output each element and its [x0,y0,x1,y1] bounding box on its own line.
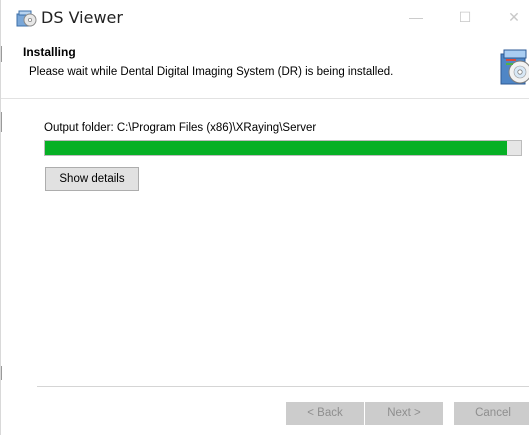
maximize-button[interactable]: ☐ [445,4,485,30]
window-edge [1,46,2,62]
cancel-button[interactable]: Cancel [454,402,529,425]
installer-cd-icon [500,49,529,85]
install-progress-bar [44,140,522,156]
output-folder-text: Output folder: C:\Program Files (x86)\XR… [44,122,317,134]
page-title: Installing [23,45,76,59]
installer-header: Installing Please wait while Dental Digi… [1,36,529,99]
progress-fill [45,141,507,155]
window-edge [1,112,2,132]
footer-divider [37,386,529,387]
show-details-button[interactable]: Show details [45,167,139,191]
title-bar[interactable]: DS Viewer — ☐ ✕ [1,0,529,36]
minimize-button[interactable]: — [396,4,436,30]
installer-disc-icon [16,10,37,27]
window-edge [1,366,2,380]
next-button[interactable]: Next > [365,402,443,425]
page-subtitle: Please wait while Dental Digital Imaging… [29,66,394,78]
window-title: DS Viewer [41,8,123,27]
back-button[interactable]: < Back [286,402,364,425]
close-button[interactable]: ✕ [494,4,529,30]
installer-window: DS Viewer — ☐ ✕ Installing Please wait w… [0,0,529,435]
